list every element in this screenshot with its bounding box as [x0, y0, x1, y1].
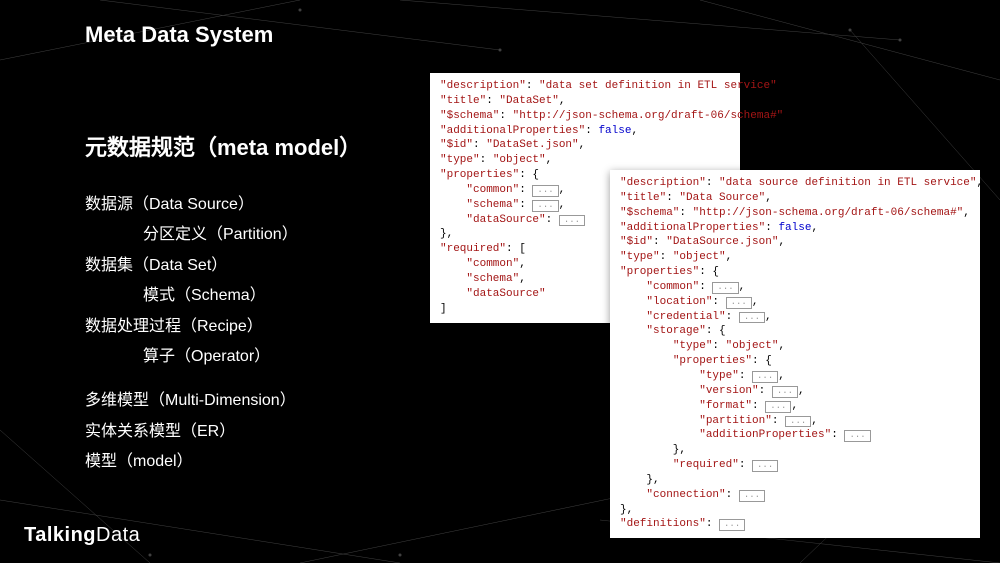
logo-talkingdata: TalkingData: [24, 524, 140, 547]
list-item: 模型（model）: [85, 447, 415, 477]
section-heading: 元数据规范（meta model）: [85, 130, 415, 162]
code-snippet-datasource: "description": "data source definition i…: [610, 170, 980, 538]
list-item: 算子（Operator）: [85, 342, 415, 372]
list-item: 多维模型（Multi-Dimension）: [85, 386, 415, 416]
list-item: 数据集（Data Set）: [85, 251, 415, 281]
logo-part-a: Talking: [24, 524, 96, 546]
list-item: 数据处理过程（Recipe）: [85, 312, 415, 342]
list-item: 数据源（Data Source）: [85, 190, 415, 220]
logo-part-b: Data: [96, 524, 140, 546]
list-item: 模式（Schema）: [85, 281, 415, 311]
left-column: 元数据规范（meta model） 数据源（Data Source）分区定义（P…: [85, 130, 415, 478]
list-item: 实体关系模型（ER）: [85, 417, 415, 447]
list-item: 分区定义（Partition）: [85, 220, 415, 250]
slide-title: Meta Data System: [85, 22, 273, 48]
